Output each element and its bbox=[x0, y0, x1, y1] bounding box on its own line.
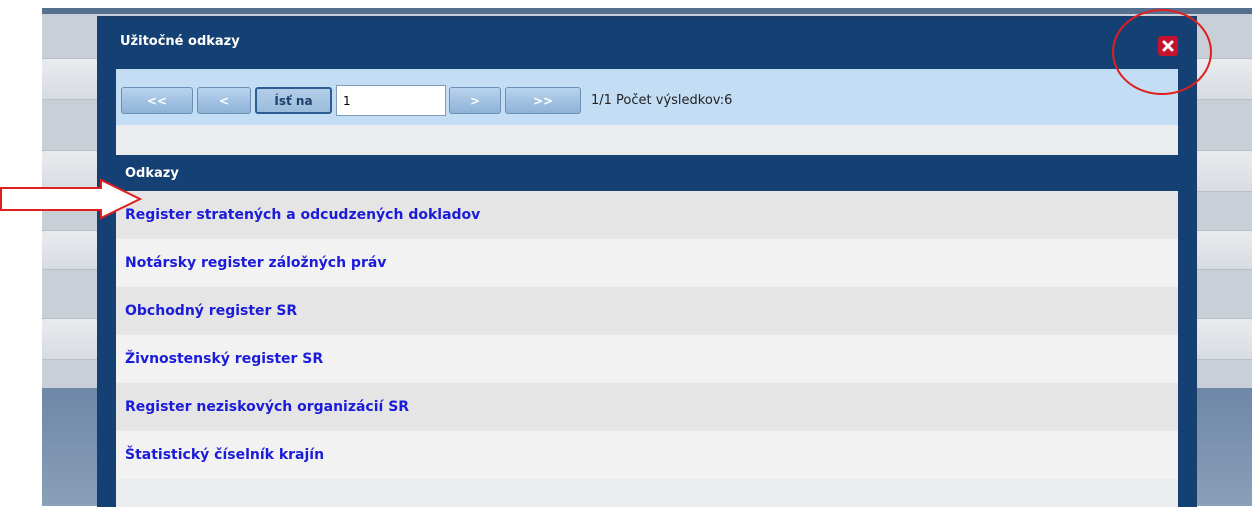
list-item: Živnostenský register SR bbox=[116, 335, 1178, 383]
link-item[interactable]: Notársky register záložných práv bbox=[125, 255, 386, 271]
link-item[interactable]: Štatistický číselník krajín bbox=[125, 447, 324, 463]
useful-links-dialog: Užitočné odkazy << < Ísť na > >> 1/1 Poč… bbox=[97, 16, 1197, 507]
first-page-button[interactable]: << bbox=[121, 87, 193, 114]
pager-info: 1/1 Počet výsledkov:6 bbox=[591, 93, 733, 108]
list-item: Notársky register záložných práv bbox=[116, 239, 1178, 287]
link-item[interactable]: Obchodný register SR bbox=[125, 303, 297, 319]
red-circle-highlight-icon bbox=[1112, 9, 1212, 95]
list-item: Štatistický číselník krajín bbox=[116, 431, 1178, 479]
link-item[interactable]: Živnostenský register SR bbox=[125, 351, 323, 367]
link-item[interactable]: Register neziskových organizácií SR bbox=[125, 399, 409, 415]
links-list: Register stratených a odcudzených doklad… bbox=[116, 191, 1178, 479]
dialog-header: Užitočné odkazy bbox=[98, 17, 1196, 69]
pager-bar: << < Ísť na > >> 1/1 Počet výsledkov:6 bbox=[116, 69, 1178, 125]
go-to-page-button[interactable]: Ísť na bbox=[255, 87, 332, 114]
dialog-title: Užitočné odkazy bbox=[120, 34, 240, 49]
list-item: Register stratených a odcudzených doklad… bbox=[116, 191, 1178, 239]
previous-page-button[interactable]: < bbox=[197, 87, 251, 114]
list-item: Register neziskových organizácií SR bbox=[116, 383, 1178, 431]
list-item: Obchodný register SR bbox=[116, 287, 1178, 335]
background-top-strip bbox=[42, 8, 1252, 14]
dialog-frame-right bbox=[1178, 69, 1196, 507]
page-number-input[interactable] bbox=[336, 85, 446, 116]
red-outline-arrow-icon bbox=[0, 178, 143, 220]
column-header-links: Odkazy bbox=[116, 155, 1178, 191]
last-page-button[interactable]: >> bbox=[505, 87, 581, 114]
dialog-frame-left bbox=[98, 69, 116, 507]
link-item[interactable]: Register stratených a odcudzených doklad… bbox=[125, 207, 480, 223]
dialog-content: << < Ísť na > >> 1/1 Počet výsledkov:6 O… bbox=[116, 69, 1178, 507]
next-page-button[interactable]: > bbox=[449, 87, 501, 114]
